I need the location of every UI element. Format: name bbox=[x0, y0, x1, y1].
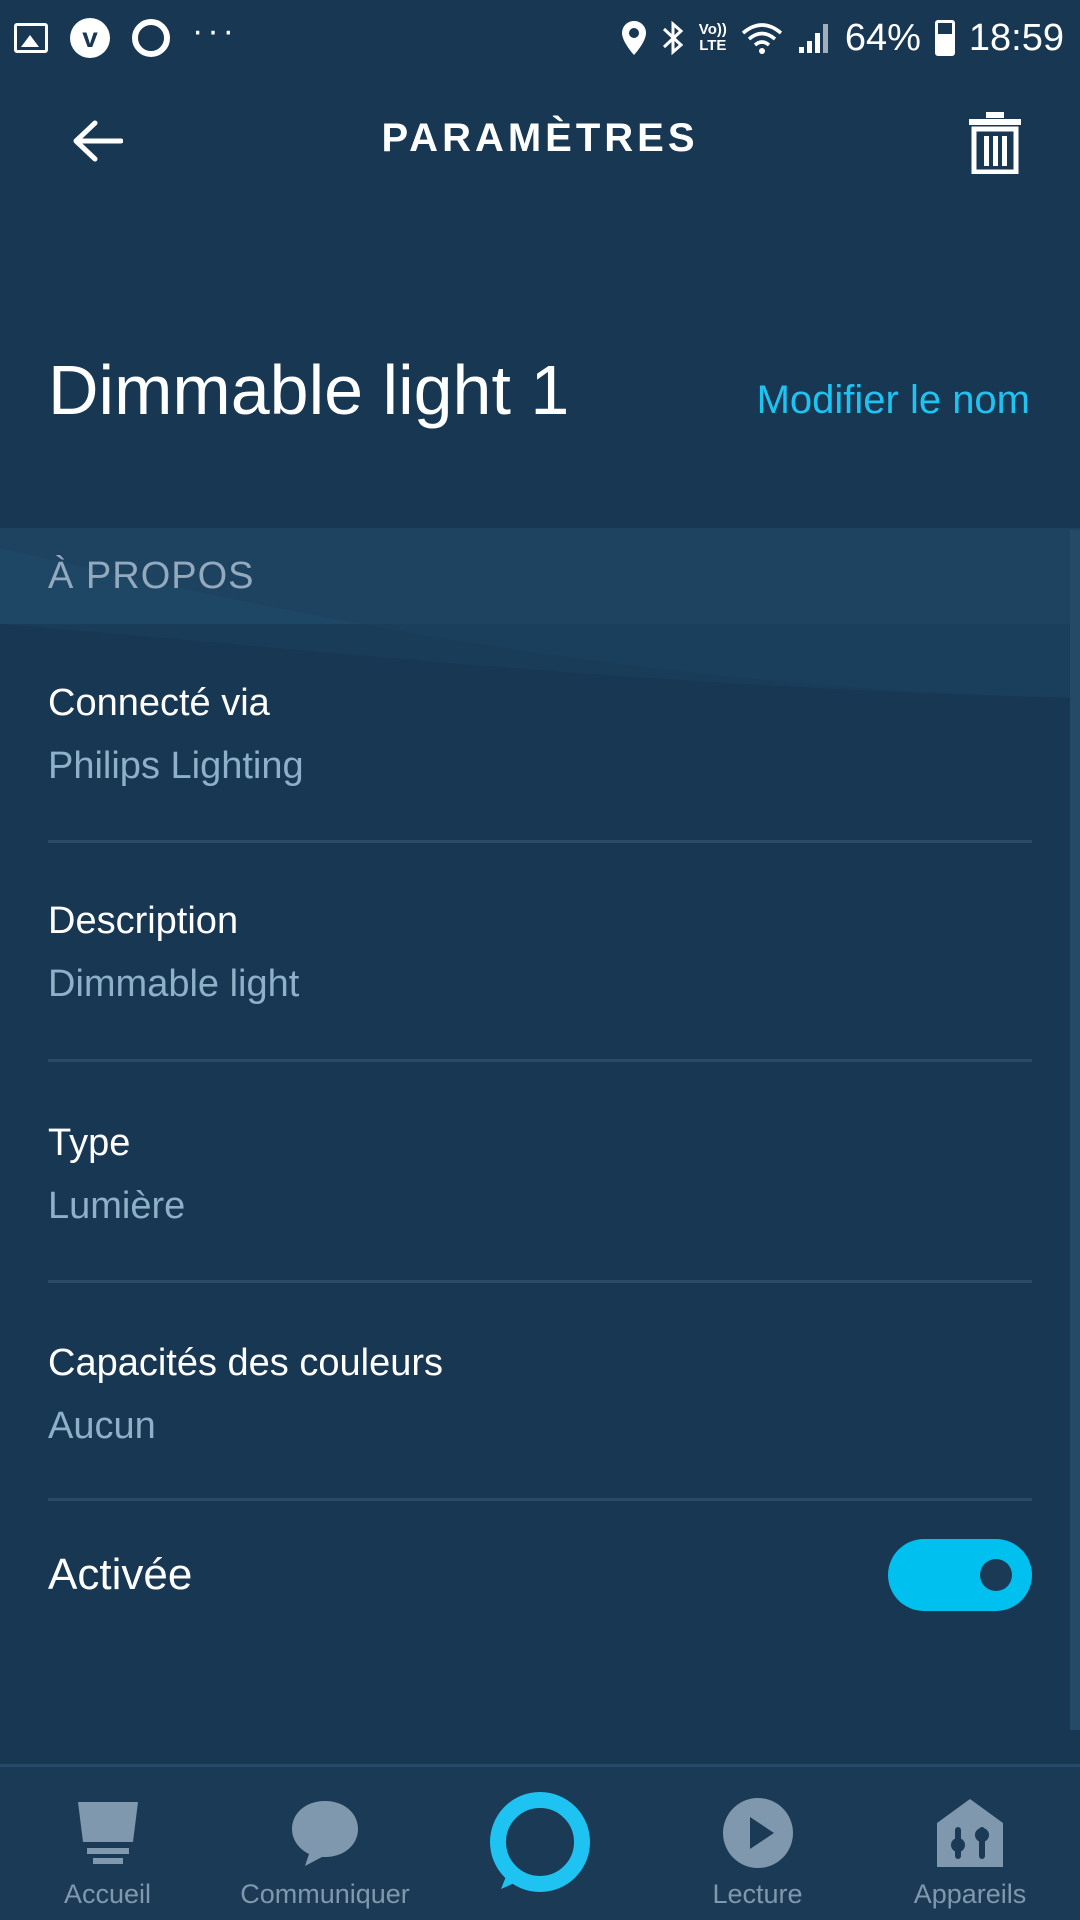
home-icon bbox=[75, 1793, 141, 1873]
devices-icon bbox=[935, 1793, 1005, 1873]
enabled-toggle[interactable] bbox=[888, 1539, 1032, 1611]
wifi-icon bbox=[741, 23, 782, 54]
location-icon bbox=[621, 21, 646, 55]
info-row-description: Description Dimmable light bbox=[48, 900, 1032, 1006]
volte-icon: Vo)) LTE bbox=[699, 22, 727, 54]
row-value: Dimmable light bbox=[48, 963, 300, 1005]
volte-top: Vo)) bbox=[698, 21, 727, 38]
scrollbar[interactable] bbox=[1070, 530, 1080, 1730]
toggle-knob bbox=[980, 1559, 1012, 1591]
row-label: Connecté via bbox=[48, 682, 270, 724]
info-row-type: Type Lumière bbox=[48, 1122, 1032, 1228]
enabled-label: Activée bbox=[48, 1550, 193, 1599]
status-right: Vo)) LTE 64% 18:59 bbox=[607, 17, 1064, 60]
battery-percent: 64% bbox=[844, 16, 921, 59]
header: PARAMÈTRES bbox=[0, 76, 1080, 206]
alexa-ring-icon bbox=[490, 1792, 590, 1892]
row-value: Aucun bbox=[48, 1405, 156, 1447]
nav-label: Appareils bbox=[913, 1879, 1027, 1909]
chat-bubble-icon bbox=[290, 1793, 360, 1873]
divider bbox=[48, 840, 1032, 843]
bluetooth-icon bbox=[662, 20, 684, 56]
nav-item-home[interactable]: Accueil bbox=[40, 1767, 175, 1920]
play-icon bbox=[722, 1793, 794, 1873]
more-dots-icon: ··· bbox=[192, 12, 238, 50]
circle-app-icon bbox=[132, 19, 170, 57]
info-row-connected-via: Connecté via Philips Lighting bbox=[48, 682, 1032, 788]
nav-item-communicate[interactable]: Communiquer bbox=[220, 1767, 430, 1920]
device-name: Dimmable light 1 bbox=[48, 351, 570, 429]
signal-icon bbox=[798, 24, 828, 53]
nav-label: Accueil bbox=[63, 1879, 152, 1909]
row-value: Philips Lighting bbox=[48, 745, 304, 787]
alexa-button[interactable] bbox=[487, 1789, 593, 1895]
nav-label: Communiquer bbox=[240, 1879, 410, 1909]
page-title: PARAMÈTRES bbox=[381, 116, 699, 160]
nav-label: Lecture bbox=[712, 1879, 803, 1909]
rename-button[interactable]: Modifier le nom bbox=[757, 378, 1030, 423]
row-label: Capacités des couleurs bbox=[48, 1342, 443, 1384]
info-row-color-capabilities: Capacités des couleurs Aucun bbox=[48, 1342, 1032, 1448]
delete-button[interactable] bbox=[958, 102, 1032, 182]
row-value: Lumière bbox=[48, 1185, 186, 1227]
volte-bottom: LTE bbox=[699, 37, 727, 54]
status-left: v ··· bbox=[14, 14, 260, 58]
trash-icon bbox=[969, 112, 1021, 174]
clock: 18:59 bbox=[968, 16, 1064, 59]
gallery-icon bbox=[14, 23, 48, 53]
battery-icon bbox=[934, 20, 955, 56]
section-title: À PROPOS bbox=[48, 555, 255, 597]
divider bbox=[48, 1059, 1032, 1062]
row-label: Description bbox=[48, 900, 239, 942]
status-bar: v ··· Vo)) LTE 64% 18:59 bbox=[0, 0, 1080, 76]
divider bbox=[48, 1280, 1032, 1283]
bottom-nav: Accueil Communiquer Lecture Appareils bbox=[0, 1764, 1080, 1920]
vpn-v-icon: v bbox=[70, 18, 110, 58]
row-label: Type bbox=[48, 1122, 131, 1164]
nav-item-play[interactable]: Lecture bbox=[690, 1767, 825, 1920]
divider bbox=[48, 1498, 1032, 1501]
nav-item-devices[interactable]: Appareils bbox=[900, 1767, 1040, 1920]
